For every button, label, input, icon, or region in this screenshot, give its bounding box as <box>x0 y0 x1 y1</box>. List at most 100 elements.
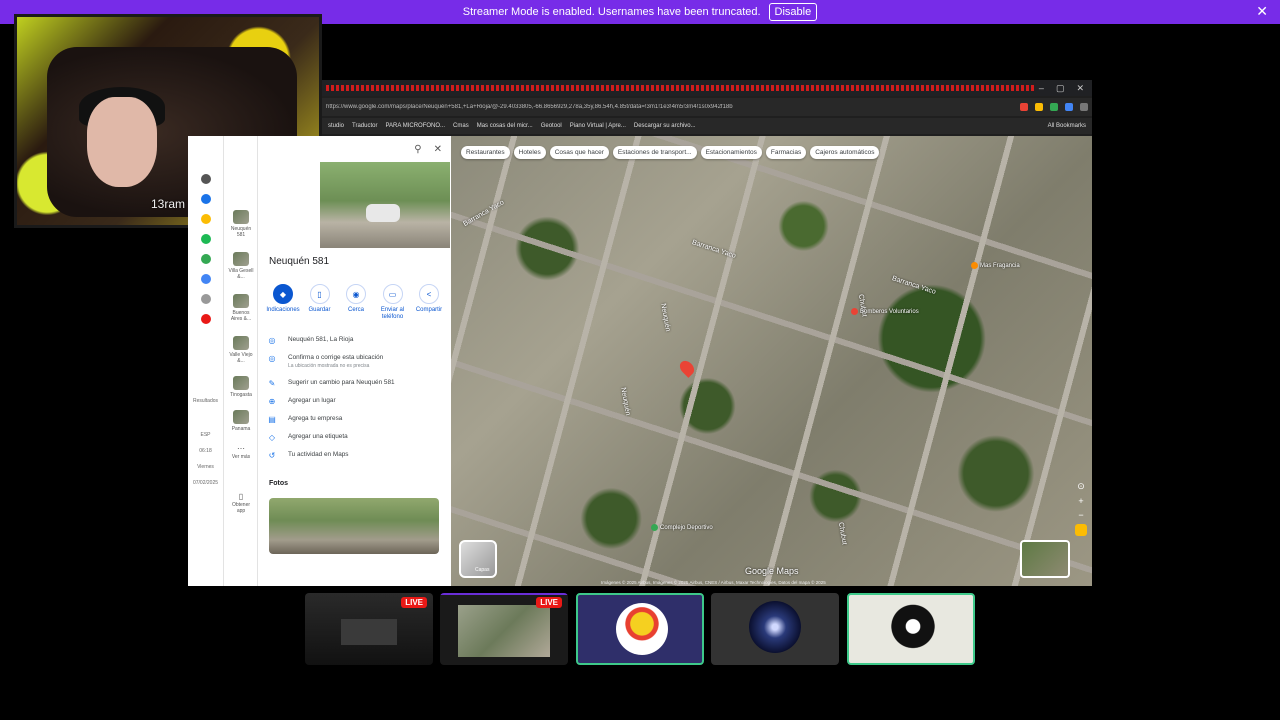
app-icon[interactable] <box>200 194 211 204</box>
confirm-location-row[interactable]: ◎ Confirma o corrige esta ubicación La ubi… <box>268 354 448 370</box>
send-to-phone-button[interactable]: ▭ Enviar al teléfono <box>376 284 410 321</box>
maximize-button[interactable]: ▢ <box>1056 83 1065 94</box>
recent-item[interactable]: Buenos Aires &... <box>228 294 254 322</box>
action-label: Compartir <box>415 307 443 313</box>
chip-hotels[interactable]: Hoteles <box>513 146 546 159</box>
extension-icon[interactable] <box>1035 103 1043 111</box>
avatar-card[interactable] <box>576 593 704 665</box>
bookmark-item[interactable]: studio <box>328 123 344 129</box>
chip-pharmacies[interactable]: Farmacias <box>765 146 807 159</box>
business-icon: ▤ <box>268 415 276 424</box>
app-icon[interactable] <box>200 294 211 304</box>
tabs[interactable] <box>326 85 1035 91</box>
share-button[interactable]: < Compartir <box>412 284 446 321</box>
app-icon[interactable] <box>200 214 211 224</box>
poi-label[interactable]: Complejo Deportivo <box>651 524 713 532</box>
window-controls: – ▢ ✕ <box>1039 83 1092 94</box>
chip-transit[interactable]: Estaciones de transport... <box>612 146 697 159</box>
all-bookmarks[interactable]: All Bookmarks <box>1048 123 1086 129</box>
get-app-button[interactable]: ▯ Obtener app <box>228 492 254 515</box>
tab-strip[interactable]: – ▢ ✕ <box>322 80 1092 96</box>
bookmark-item[interactable]: Geotool <box>541 123 562 129</box>
recent-item[interactable]: Valle Viejo &... <box>228 336 254 364</box>
poi-label[interactable]: Mas Fragancia <box>971 262 1020 270</box>
recent-item[interactable]: Villa Gesell &... <box>228 252 254 280</box>
stream-card[interactable]: LIVE <box>440 593 568 665</box>
extension-icon[interactable] <box>1020 103 1028 111</box>
extension-icon[interactable] <box>1065 103 1073 111</box>
bookmark-item[interactable]: Cmas <box>453 123 469 129</box>
photo-thumbnail[interactable] <box>269 498 439 554</box>
bookmark-item[interactable]: Piano Virtual | Apre... <box>570 123 626 129</box>
location-icon[interactable]: ⊙ <box>1077 481 1085 492</box>
place-marker-icon[interactable] <box>677 358 697 378</box>
recent-label: Villa Gesell &... <box>228 268 254 280</box>
search-input[interactable]: ⚲ ✕ <box>320 138 450 160</box>
chip-things-to-do[interactable]: Cosas que hacer <box>549 146 609 159</box>
app-icon[interactable] <box>200 254 211 264</box>
extension-icon[interactable] <box>1050 103 1058 111</box>
pegman-icon[interactable] <box>1075 524 1087 536</box>
save-button[interactable]: ▯ Guardar <box>303 284 337 321</box>
maps-activity-row[interactable]: ↺ Tu actividad en Maps <box>268 451 448 460</box>
bookmarks-bar: studio Traductor PARA MICROFONO... Cmas … <box>322 118 1092 134</box>
bookmark-item[interactable]: PARA MICROFONO... <box>385 123 445 129</box>
lang-indicator: ESP <box>200 432 211 438</box>
add-label-row[interactable]: ◇ Agregar una etiqueta <box>268 433 448 442</box>
app-icon[interactable] <box>200 174 211 184</box>
close-icon[interactable]: ✕ <box>1256 4 1268 18</box>
street-view-photo[interactable] <box>320 162 450 248</box>
street-view-preview[interactable] <box>1020 540 1070 578</box>
address-row[interactable]: ◎ Neuquén 581, La Rioja <box>268 336 448 345</box>
street-label: Neuquén <box>619 386 632 417</box>
info-text: Tu actividad en Maps <box>288 451 349 458</box>
search-icon[interactable]: ⚲ <box>414 144 421 155</box>
recent-label: Panama <box>231 426 251 432</box>
suggest-edit-row[interactable]: ✎ Sugerir un cambio para Neuquén 581 <box>268 379 448 388</box>
clear-search-icon[interactable]: ✕ <box>434 144 442 155</box>
avatar-card[interactable] <box>711 593 839 665</box>
info-text: Agregar un lugar <box>288 397 336 404</box>
add-place-row[interactable]: ⊕ Agregar un lugar <box>268 397 448 406</box>
chip-parking[interactable]: Estacionamientos <box>700 146 762 159</box>
photos-heading: Fotos <box>269 480 289 487</box>
stream-card[interactable]: LIVE <box>305 593 433 665</box>
url-text[interactable]: https://www.google.com/maps/place/Neuqué… <box>326 104 1014 110</box>
google-maps: Resultados ESP 06:18 Viernes 07/02/2025 … <box>188 136 1092 586</box>
poi-name: Complejo Deportivo <box>660 525 713 532</box>
recent-item[interactable]: Neuquén 581 <box>228 210 254 238</box>
avatar-card[interactable] <box>847 593 975 665</box>
action-label: Cerca <box>347 307 364 313</box>
more-button[interactable]: ⋯ Ver más <box>228 444 254 461</box>
phone-icon: ▯ <box>238 492 244 501</box>
bookmark-item[interactable]: Descargar su archivo... <box>634 123 696 129</box>
info-text: Agregar una etiqueta <box>288 433 348 440</box>
add-business-row[interactable]: ▤ Agrega tu empresa <box>268 415 448 424</box>
app-icon[interactable] <box>200 314 211 324</box>
layers-button[interactable]: Capas <box>459 540 497 578</box>
profile-icon[interactable] <box>1080 103 1088 111</box>
disable-button[interactable]: Disable <box>768 3 818 21</box>
close-window-button[interactable]: ✕ <box>1076 83 1084 94</box>
zoom-in-button[interactable]: + <box>1078 496 1083 506</box>
zoom-out-button[interactable]: − <box>1078 510 1083 520</box>
recent-thumbnail <box>233 252 249 266</box>
nearby-button[interactable]: ◉ Cerca <box>339 284 373 321</box>
poi-label[interactable]: Bomberos Voluntarios <box>851 308 919 316</box>
recent-item[interactable]: Tinogasta <box>228 376 254 398</box>
bookmark-item[interactable]: Traductor <box>352 123 377 129</box>
chip-atms[interactable]: Cajeros automáticos <box>810 146 880 159</box>
bookmark-item[interactable]: Mas cosas del micr... <box>477 123 533 129</box>
app-icon[interactable] <box>200 274 211 284</box>
layers-label: Capas <box>475 567 490 573</box>
minimize-button[interactable]: – <box>1039 83 1044 94</box>
share-icon: < <box>419 284 439 304</box>
directions-button[interactable]: ◆ Indicaciones <box>266 284 300 321</box>
app-icon[interactable] <box>200 234 211 244</box>
address-bar[interactable]: https://www.google.com/maps/place/Neuqué… <box>322 98 1092 116</box>
recent-label: Neuquén 581 <box>230 226 252 238</box>
chip-restaurants[interactable]: Restaurantes <box>461 146 510 159</box>
webcam-text: 13ram <box>151 197 186 211</box>
recent-item[interactable]: Panama <box>228 410 254 432</box>
satellite-map[interactable]: Restaurantes Hoteles Cosas que hacer Est… <box>451 136 1092 586</box>
